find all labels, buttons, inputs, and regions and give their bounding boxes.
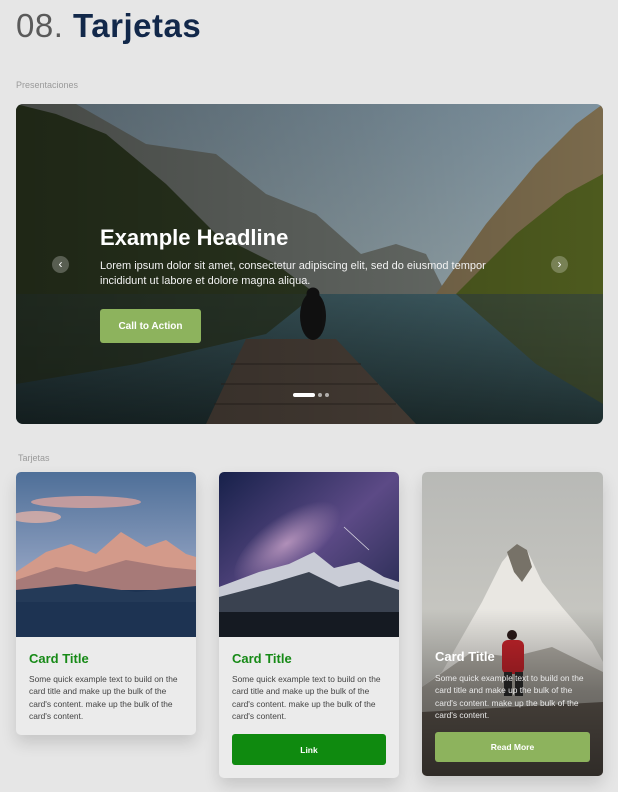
- chevron-left-icon[interactable]: ‹: [52, 256, 69, 273]
- hero-carousel: Example Headline Lorem ipsum dolor sit a…: [16, 104, 603, 424]
- chevron-right-icon[interactable]: ›: [551, 256, 568, 273]
- link-button[interactable]: Link: [232, 734, 386, 765]
- page-title: 08. Tarjetas: [16, 6, 201, 46]
- carousel-indicator-3[interactable]: [325, 393, 329, 397]
- carousel-headline: Example Headline: [100, 225, 289, 250]
- card-title: Card Title: [29, 651, 89, 666]
- section-title: Tarjetas: [73, 7, 202, 44]
- card-image-pink-mountains: [16, 472, 196, 637]
- presentations-label: Presentaciones: [16, 80, 79, 90]
- card-text: Some quick example text to build on the …: [29, 674, 178, 721]
- card-text: Some quick example text to build on the …: [435, 673, 584, 720]
- cards-label: Tarjetas: [18, 453, 50, 463]
- carousel-indicators: [293, 393, 329, 397]
- call-to-action-button[interactable]: Call to Action: [100, 309, 201, 343]
- carousel-indicator-2[interactable]: [318, 393, 322, 397]
- card-title: Card Title: [232, 651, 292, 666]
- carousel-body-text: Lorem ipsum dolor sit amet, consectetur …: [100, 260, 486, 287]
- card-title: Card Title: [435, 649, 495, 664]
- carousel-indicator-1[interactable]: [293, 393, 315, 397]
- section-number: 08.: [16, 7, 64, 44]
- card-image-night-sky: [219, 472, 399, 637]
- card-matterhorn: Card Title Some quick example text to bu…: [422, 472, 603, 776]
- card-shade-overlay: [422, 472, 603, 776]
- card-sunset-mountains: Card Title Some quick example text to bu…: [16, 472, 196, 735]
- card-text: Some quick example text to build on the …: [232, 674, 381, 721]
- card-milky-way: Card Title Some quick example text to bu…: [219, 472, 399, 778]
- read-more-button[interactable]: Read More: [435, 732, 590, 762]
